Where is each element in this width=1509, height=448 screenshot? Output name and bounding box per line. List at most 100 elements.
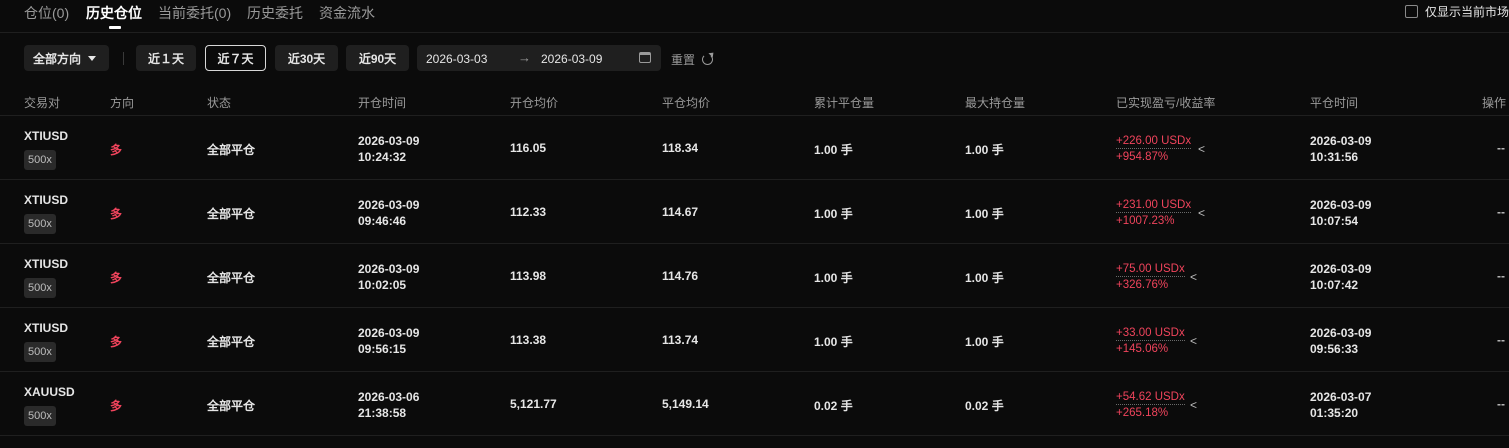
symbol[interactable]: XAUUSD [24, 385, 75, 399]
tab-history-positions[interactable]: 历史仓位 [86, 3, 142, 23]
refresh-icon [702, 54, 714, 65]
share-icon[interactable]: < [1198, 142, 1205, 156]
open-price: 113.38 [510, 333, 547, 347]
open-price: 116.05 [510, 141, 547, 155]
symbol[interactable]: XTIUSD [24, 193, 68, 207]
roi: +1007.23% [1116, 215, 1175, 227]
close-time: 2026-03-09 10:31:56 [1310, 133, 1371, 165]
realized-pnl: +75.00 USDx +326.76% [1116, 261, 1185, 293]
symbol[interactable]: XTIUSD [24, 257, 68, 271]
range-30d-button[interactable]: 近30天 [275, 45, 338, 71]
close-clock: 10:07:54 [1310, 214, 1359, 228]
table-row: XTIUSD 500x 多 全部平仓 2026-03-09 10:02:05 11… [0, 244, 1509, 308]
tab-fund-flow[interactable]: 资金流水 [319, 3, 375, 23]
action-placeholder: -- [1497, 333, 1505, 347]
close-date: 2026-03-09 [1310, 134, 1372, 148]
share-icon[interactable]: < [1190, 270, 1197, 284]
close-price: 5,149.14 [662, 397, 709, 411]
roi: +265.18% [1116, 407, 1169, 419]
close-clock: 09:56:33 [1310, 342, 1359, 356]
max-position: 1.00 手 [965, 335, 1004, 349]
close-price: 114.76 [662, 269, 699, 283]
open-time: 2026-03-09 09:46:46 [358, 197, 419, 229]
acc-close-volume: 0.02 手 [814, 399, 853, 413]
date-end[interactable]: 2026-03-09 [541, 52, 602, 66]
pnl-amount: +33.00 USDx [1116, 327, 1185, 341]
max-position: 0.02 手 [965, 399, 1004, 413]
open-price: 112.33 [510, 205, 547, 219]
col-status: 状态 [207, 96, 232, 110]
pnl-amount: +231.00 USDx [1116, 199, 1192, 213]
roi: +326.76% [1116, 279, 1169, 291]
leverage-badge: 500x [24, 342, 56, 362]
share-icon[interactable]: < [1198, 206, 1205, 220]
col-close-price: 平仓均价 [662, 96, 711, 110]
acc-close-volume: 1.00 手 [814, 335, 853, 349]
share-icon[interactable]: < [1190, 334, 1197, 348]
table-header: 交易对 方向 状态 开仓时间 开仓均价 平仓均价 累计平仓量 最大持仓量 已实现… [0, 90, 1509, 114]
checkbox[interactable] [1404, 5, 1418, 18]
calendar-icon[interactable] [639, 52, 651, 63]
close-price: 114.67 [662, 205, 699, 219]
table-row: XTIUSD 500x 多 全部平仓 2026-03-09 10:24:32 11… [0, 116, 1509, 180]
action-placeholder: -- [1497, 205, 1505, 219]
action-placeholder: -- [1497, 397, 1505, 411]
col-symbol: 交易对 [24, 96, 61, 110]
close-date: 2026-03-09 [1310, 198, 1372, 212]
max-position: 1.00 手 [965, 271, 1004, 285]
open-date: 2026-03-09 [358, 134, 420, 148]
table-row: XTIUSD 500x 多 全部平仓 2026-03-09 09:56:15 11… [0, 308, 1509, 372]
date-range-picker[interactable]: 2026-03-03 → 2026-03-09 [417, 45, 661, 71]
reset-button[interactable]: 重置 [671, 51, 714, 68]
range-1d-button[interactable]: 近１天 [136, 45, 196, 71]
open-time: 2026-03-09 10:24:32 [358, 133, 419, 165]
symbol[interactable]: XTIUSD [24, 129, 68, 143]
date-start[interactable]: 2026-03-03 [426, 52, 487, 66]
only-current-market-toggle[interactable]: 仅显示当前市场 [1404, 3, 1509, 20]
action-placeholder: -- [1497, 141, 1505, 155]
realized-pnl: +54.62 USDx +265.18% [1116, 389, 1185, 421]
acc-close-volume: 1.00 手 [814, 271, 853, 285]
leverage-badge: 500x [24, 278, 56, 298]
direction-select-value: 全部方向 [33, 51, 82, 66]
col-direction: 方向 [110, 96, 135, 110]
open-date: 2026-03-09 [358, 262, 420, 276]
status: 全部平仓 [207, 399, 256, 413]
direction: 多 [110, 335, 123, 349]
share-icon[interactable]: < [1190, 398, 1197, 412]
open-date: 2026-03-06 [358, 390, 420, 404]
open-date: 2026-03-09 [358, 326, 420, 340]
close-time: 2026-03-09 10:07:42 [1310, 261, 1371, 293]
range-7d-button[interactable]: 近７天 [205, 45, 266, 71]
position-tabs: 仓位(0) 历史仓位 当前委托(0) 历史委托 资金流水 仅显示当前市场 [0, 0, 1509, 32]
roi: +954.87% [1116, 151, 1169, 163]
open-clock: 10:02:05 [358, 278, 407, 292]
close-date: 2026-03-07 [1310, 390, 1372, 404]
tab-open-orders[interactable]: 当前委托(0) [158, 3, 231, 23]
range-90d-button[interactable]: 近90天 [346, 45, 409, 71]
realized-pnl: +33.00 USDx +145.06% [1116, 325, 1185, 357]
direction: 多 [110, 207, 123, 221]
reset-label: 重置 [671, 53, 696, 67]
symbol[interactable]: XTIUSD [24, 321, 68, 335]
tab-order-history[interactable]: 历史委托 [247, 3, 303, 23]
status: 全部平仓 [207, 207, 256, 221]
realized-pnl: +231.00 USDx +1007.23% [1116, 197, 1192, 229]
col-acc-close: 累计平仓量 [814, 96, 875, 110]
direction-select[interactable]: 全部方向 [24, 45, 109, 71]
leverage-badge: 500x [24, 214, 56, 234]
open-date: 2026-03-09 [358, 198, 420, 212]
arrow-right-icon: → [518, 50, 531, 65]
col-open-price: 开仓均价 [510, 96, 559, 110]
open-clock: 09:46:46 [358, 214, 407, 228]
close-time: 2026-03-07 01:35:20 [1310, 389, 1371, 421]
max-position: 1.00 手 [965, 207, 1004, 221]
divider [0, 32, 1509, 33]
open-price: 113.98 [510, 269, 547, 283]
tab-positions[interactable]: 仓位(0) [24, 3, 69, 23]
open-time: 2026-03-09 10:02:05 [358, 261, 419, 293]
realized-pnl: +226.00 USDx +954.87% [1116, 133, 1192, 165]
col-close-time: 平仓时间 [1310, 96, 1359, 110]
action-placeholder: -- [1497, 269, 1505, 283]
table-row: XAUUSD 500x 多 全部平仓 2026-03-06 21:38:58 5,… [0, 372, 1509, 436]
